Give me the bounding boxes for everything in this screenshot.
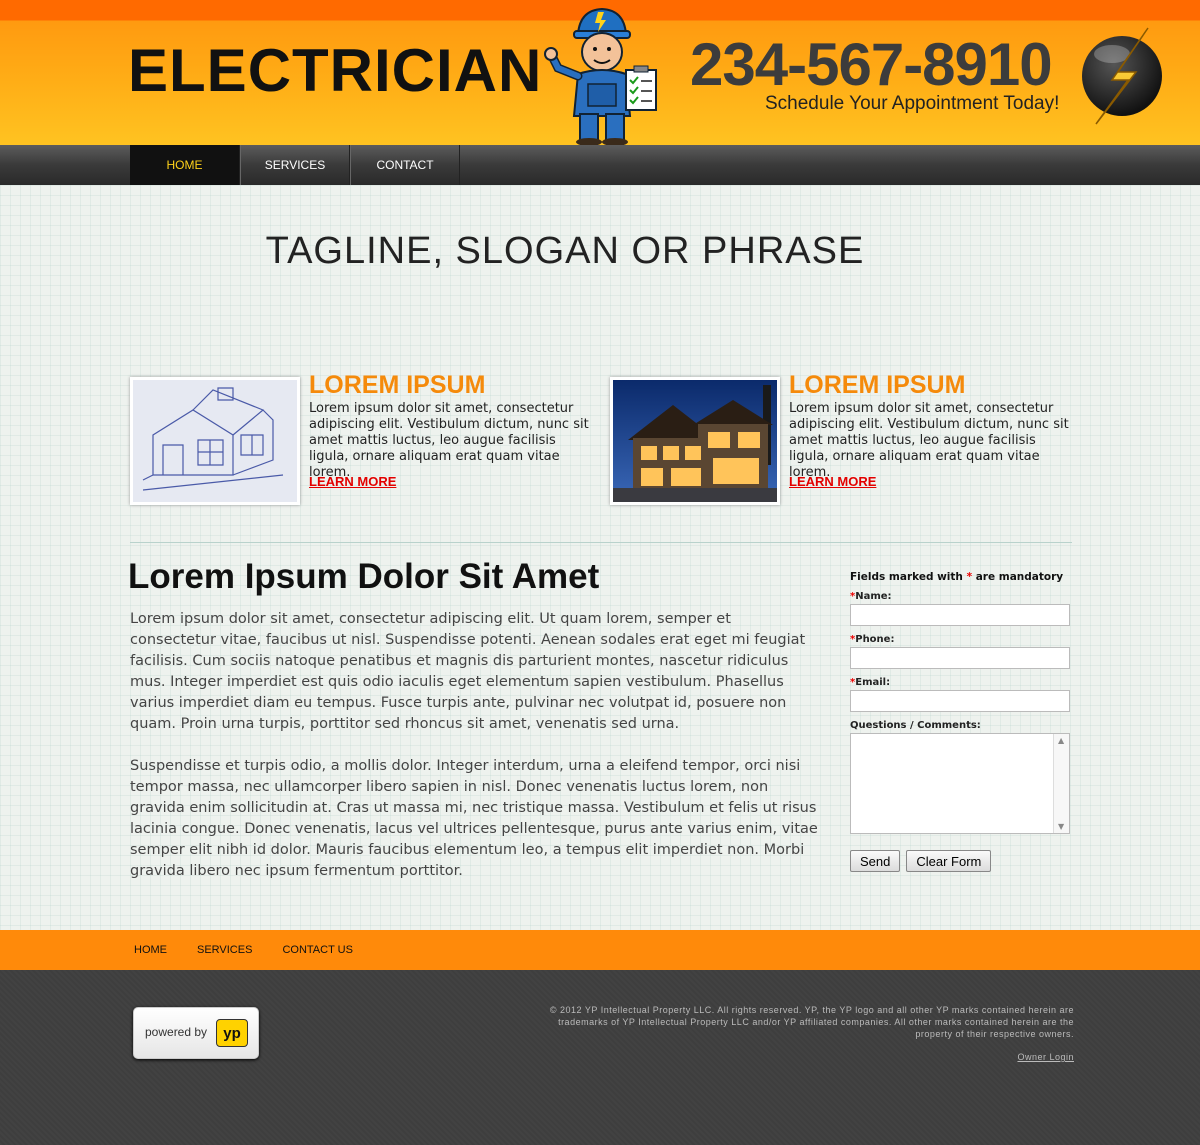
article-paragraph: Lorem ipsum dolor sit amet, consectetur … [130, 611, 806, 732]
article-paragraph: Suspendisse et turpis odio, a mollis dol… [130, 758, 818, 879]
nav-item-home[interactable]: HOME [130, 145, 240, 185]
email-label: *Email: [850, 677, 1072, 688]
feature-text: Lorem ipsum dolor sit amet, consectetur … [309, 401, 589, 480]
schedule-text: Schedule Your Appointment Today! [765, 93, 1060, 114]
clear-form-button[interactable]: Clear Form [906, 850, 992, 872]
name-label: *Name: [850, 591, 1072, 602]
lightning-bolt-icon [1082, 27, 1162, 125]
site-footer: powered by yp © 2012 YP Intellectual Pro… [0, 970, 1200, 1145]
feature-title: LOREM IPSUM [789, 371, 966, 399]
send-button[interactable]: Send [850, 850, 901, 872]
scroll-down-icon[interactable]: ▼ [1058, 822, 1064, 831]
name-field[interactable] [850, 604, 1070, 626]
phone-label-text: Phone: [855, 634, 895, 645]
nav-item-contact[interactable]: CONTACT [350, 145, 460, 185]
mandatory-note-suffix: are mandatory [972, 571, 1064, 583]
yp-logo: yp [216, 1019, 248, 1047]
lit-house-image [610, 377, 780, 505]
powered-by-text: powered by [145, 1025, 208, 1039]
comments-label: Questions / Comments: [850, 720, 981, 731]
phone-label: *Phone: [850, 634, 1072, 645]
main-nav: HOME SERVICES CONTACT [0, 145, 1200, 185]
electrician-mascot-icon [544, 7, 657, 145]
tagline: TAGLINE, SLOGAN OR PHRASE [265, 230, 865, 272]
article-heading: Lorem Ipsum Dolor Sit Amet [128, 557, 600, 596]
comments-textarea[interactable]: ▲ ▼ [850, 733, 1070, 834]
feature-card: LOREM IPSUM Lorem ipsum dolor sit amet, … [130, 371, 600, 507]
mandatory-note-prefix: Fields marked with [850, 571, 967, 583]
name-label-text: Name: [855, 591, 892, 602]
powered-by-yp-badge[interactable]: powered by yp [133, 1007, 259, 1059]
owner-login-link[interactable]: Owner Login [1017, 1052, 1074, 1062]
phone-field[interactable] [850, 647, 1070, 669]
email-field[interactable] [850, 690, 1070, 712]
email-label-text: Email: [855, 677, 891, 688]
contact-form: Fields marked with * are mandatory *Name… [850, 571, 1072, 872]
feature-card: LOREM IPSUM Lorem ipsum dolor sit amet, … [610, 371, 1080, 507]
section-divider [130, 542, 1072, 543]
scroll-up-icon[interactable]: ▲ [1058, 736, 1064, 745]
learn-more-link[interactable]: LEARN MORE [309, 474, 396, 489]
form-buttons: Send Clear Form [850, 850, 1072, 872]
footer-nav: HOME SERVICES CONTACT US [0, 930, 1200, 970]
footer-nav-contact-us[interactable]: CONTACT US [282, 944, 353, 956]
nav-item-services[interactable]: SERVICES [240, 145, 350, 185]
main-content: TAGLINE, SLOGAN OR PHRASE LOREM IPSUM Lo… [0, 185, 1200, 930]
footer-nav-services[interactable]: SERVICES [197, 944, 252, 956]
feature-text: Lorem ipsum dolor sit amet, consectetur … [789, 401, 1069, 480]
site-brand[interactable]: ELECTRICIAN [128, 36, 542, 105]
textarea-scrollbar[interactable]: ▲ ▼ [1053, 734, 1069, 833]
blueprint-house-image [130, 377, 300, 505]
mandatory-note: Fields marked with * are mandatory [850, 571, 1072, 583]
feature-title: LOREM IPSUM [309, 371, 486, 399]
phone-number[interactable]: 234-567-8910 [690, 30, 1053, 99]
learn-more-link[interactable]: LEARN MORE [789, 474, 876, 489]
site-header: ELECTRICIAN 234-567-8910 Schedule Your A… [0, 0, 1200, 145]
copyright-text: © 2012 YP Intellectual Property LLC. All… [549, 1005, 1074, 1039]
footer-nav-home[interactable]: HOME [134, 944, 167, 956]
